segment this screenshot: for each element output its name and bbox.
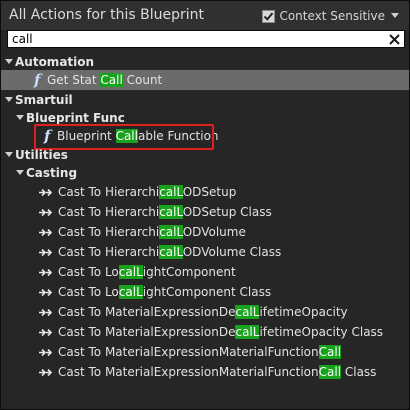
expand-arrow-icon[interactable]: [5, 152, 13, 157]
search-value: call: [12, 32, 33, 46]
action-item-cast[interactable]: Cast To HierarchicalLODVolume: [1, 222, 409, 242]
action-item-cast[interactable]: Cast To MaterialExpressionMaterialFuncti…: [1, 362, 409, 382]
expand-arrow-icon[interactable]: [5, 59, 13, 64]
cast-arrow-icon: [39, 348, 53, 357]
category-label: Smartuil: [15, 93, 73, 107]
function-icon: f: [34, 71, 41, 89]
action-item-cast[interactable]: Cast To LocalLightComponent Class: [1, 282, 409, 302]
category-smartuil[interactable]: Smartuil: [1, 91, 409, 109]
action-label: Cast To HierarchicalLODSetup: [58, 185, 237, 199]
category-label: Utilities: [15, 148, 68, 162]
context-sensitive-toggle[interactable]: Context Sensitive: [262, 8, 399, 24]
action-item-get-stat-call-count[interactable]: f Get Stat Call Count: [1, 70, 409, 90]
blueprint-action-menu: All Actions for this Blueprint Context S…: [0, 0, 410, 410]
menu-title: All Actions for this Blueprint: [9, 7, 204, 23]
action-item-cast[interactable]: Cast To HierarchicalLODVolume Class: [1, 242, 409, 262]
action-label: Cast To HierarchicalLODVolume: [58, 225, 246, 239]
action-label: Get Stat Call Count: [47, 73, 163, 87]
action-item-cast[interactable]: Cast To LocalLightComponent: [1, 262, 409, 282]
action-label: Cast To LocalLightComponent Class: [58, 285, 272, 299]
action-label: Cast To MaterialExpressionDecalLifetimeO…: [58, 305, 348, 319]
action-item-cast[interactable]: Cast To MaterialExpressionDecalLifetimeO…: [1, 302, 409, 322]
cast-arrow-icon: [39, 188, 53, 197]
action-item-cast[interactable]: Cast To HierarchicalLODSetup Class: [1, 202, 409, 222]
menu-header: All Actions for this Blueprint Context S…: [1, 1, 409, 30]
search-input[interactable]: call: [7, 30, 405, 48]
cast-arrow-icon: [39, 288, 53, 297]
category-casting[interactable]: Casting: [1, 164, 409, 182]
cast-arrow-icon: [39, 328, 53, 337]
action-label: Cast To HierarchicalLODVolume Class: [58, 245, 282, 259]
action-label: Cast To LocalLightComponent: [58, 265, 236, 279]
cast-arrow-icon: [39, 208, 53, 217]
cast-arrow-icon: [39, 228, 53, 237]
expand-arrow-icon[interactable]: [5, 97, 13, 102]
expand-arrow-icon[interactable]: [16, 170, 24, 175]
action-label: Cast To MaterialExpressionDecalLifetimeO…: [58, 325, 384, 339]
action-label: Cast To MaterialExpressionMaterialFuncti…: [58, 365, 377, 379]
category-automation[interactable]: Automation: [1, 53, 409, 71]
category-label: Automation: [15, 55, 95, 69]
action-item-cast[interactable]: Cast To HierarchicalLODSetup: [1, 182, 409, 202]
cast-arrow-icon: [39, 268, 53, 277]
checkmark-icon: [264, 12, 274, 21]
action-item-cast[interactable]: Cast To MaterialExpressionMaterialFuncti…: [1, 342, 409, 362]
category-label: Blueprint Func: [26, 111, 125, 125]
expand-arrow-icon[interactable]: [16, 115, 24, 120]
cast-arrow-icon: [39, 368, 53, 377]
clear-icon[interactable]: [388, 33, 401, 46]
chevron-down-icon[interactable]: [391, 13, 399, 19]
action-item-cast[interactable]: Cast To MaterialExpressionDecalLifetimeO…: [1, 322, 409, 342]
action-label: Cast To HierarchicalLODSetup Class: [58, 205, 272, 219]
context-sensitive-checkbox[interactable]: [262, 9, 276, 23]
context-sensitive-label: Context Sensitive: [279, 9, 385, 23]
category-label: Casting: [26, 166, 78, 180]
cast-arrow-icon: [39, 248, 53, 257]
cast-arrow-icon: [39, 308, 53, 317]
action-label: Cast To MaterialExpressionMaterialFuncti…: [58, 345, 342, 359]
category-utilities[interactable]: Utilities: [1, 146, 409, 164]
